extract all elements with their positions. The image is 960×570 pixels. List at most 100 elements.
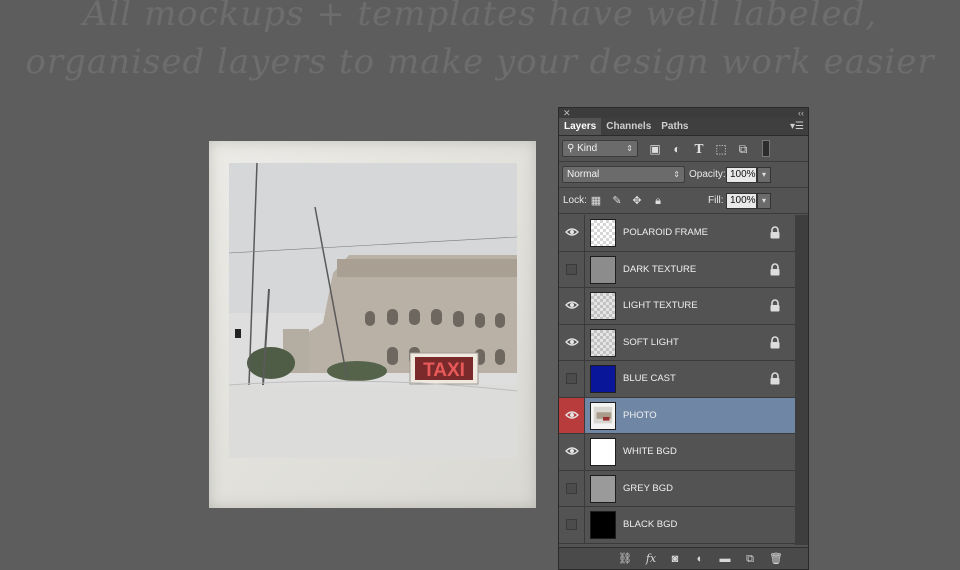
- layer-name: DARK TEXTURE: [623, 263, 697, 275]
- layer-name: POLAROID FRAME: [623, 227, 708, 238]
- new-layer-icon[interactable]: ⧉: [742, 551, 758, 567]
- layer-row[interactable]: LIGHT TEXTURE: [559, 288, 795, 325]
- layer-row[interactable]: BLACK BGD: [559, 507, 795, 544]
- layer-lock-icon: [770, 226, 780, 239]
- headline-line-1: All mockups + templates have well labele…: [82, 0, 878, 34]
- lock-transparency-icon[interactable]: ▦: [589, 194, 603, 208]
- new-adjustment-layer-icon[interactable]: ◐: [692, 551, 708, 567]
- chevron-updown-icon: ⇕: [626, 144, 633, 153]
- layer-lock-icon: [770, 299, 780, 312]
- hidden-box[interactable]: [566, 519, 577, 530]
- layer-name: SOFT LIGHT: [623, 336, 679, 348]
- layer-name: BLACK BGD: [623, 519, 678, 530]
- layers-list: POLAROID FRAME DARK TEXTURE LIGHT TEXTURE S…: [559, 215, 795, 544]
- hidden-box[interactable]: [566, 373, 577, 384]
- lock-position-move-icon[interactable]: ✥: [630, 194, 644, 208]
- headline: All mockups + templates have well labele…: [0, 0, 960, 86]
- photo-thumbnail-art: [593, 406, 613, 423]
- visibility-toggle[interactable]: [559, 470, 585, 506]
- layer-thumbnail: [590, 292, 616, 320]
- panel-tabs: Layers Channels Paths ▾☰: [559, 118, 808, 136]
- kind-filter-select[interactable]: ⚲ Kind ⇕: [562, 140, 638, 157]
- shape-filter-icon[interactable]: ⬚: [714, 142, 728, 156]
- layer-thumbnail: [590, 219, 616, 247]
- taxi-sign-text: TAXI: [423, 360, 465, 381]
- fill-label: Fill:: [708, 195, 724, 206]
- link-layers-icon[interactable]: ⛓: [617, 551, 633, 567]
- adjustment-filter-icon[interactable]: ◐: [670, 142, 684, 156]
- opacity-slider-toggle[interactable]: ▾: [757, 167, 771, 183]
- layers-scrollbar[interactable]: [795, 215, 808, 545]
- layer-name: LIGHT TEXTURE: [623, 300, 698, 311]
- add-mask-icon[interactable]: ◙: [667, 551, 683, 567]
- pixel-filter-icon[interactable]: ▣: [648, 142, 662, 156]
- kind-filter-label: Kind: [577, 143, 598, 154]
- collapse-icon[interactable]: ‹‹: [798, 108, 804, 118]
- layer-row[interactable]: GREY BGD: [559, 470, 795, 507]
- layer-name: WHITE BGD: [623, 446, 677, 457]
- tab-layers[interactable]: Layers: [559, 118, 602, 135]
- eye-icon[interactable]: [565, 337, 579, 347]
- blend-mode-select[interactable]: Normal ⇕: [562, 166, 685, 183]
- layer-row[interactable]: SOFT LIGHT: [559, 324, 795, 361]
- lock-pixels-brush-icon[interactable]: ✎: [610, 194, 624, 208]
- layer-row[interactable]: POLAROID FRAME: [559, 215, 795, 252]
- lock-all-icon[interactable]: 🔒︎: [651, 194, 665, 208]
- eye-icon[interactable]: [565, 227, 579, 237]
- filter-toggle[interactable]: [762, 140, 770, 157]
- layer-row[interactable]: WHITE BGD: [559, 434, 795, 471]
- panel-footer: ⛓ fx ◙ ◐ ▬ ⧉ 🗑︎: [559, 547, 808, 569]
- fill-slider-toggle[interactable]: ▾: [757, 193, 771, 209]
- layer-name: BLUE CAST: [623, 373, 676, 384]
- panel-title-bar: ✕ ‹‹: [559, 108, 808, 118]
- layer-style-fx-icon[interactable]: fx: [643, 551, 659, 567]
- opacity-label: Opacity:: [689, 169, 726, 180]
- eye-icon[interactable]: [565, 410, 579, 420]
- layer-thumbnail: [590, 438, 616, 466]
- layer-thumbnail: [590, 365, 616, 393]
- layer-thumbnail: [590, 328, 616, 357]
- layer-thumbnail: [590, 474, 616, 503]
- eye-icon[interactable]: [565, 446, 579, 456]
- layer-lock-icon: [770, 335, 780, 348]
- new-group-folder-icon[interactable]: ▬: [717, 551, 733, 567]
- visibility-toggle[interactable]: [559, 361, 585, 397]
- delete-layer-trash-icon[interactable]: 🗑︎: [768, 551, 784, 567]
- layer-row[interactable]: DARK TEXTURE: [559, 251, 795, 288]
- blend-row: Normal ⇕ Opacity: 100% ▾: [559, 162, 808, 188]
- tab-paths[interactable]: Paths: [656, 118, 693, 135]
- layer-lock-icon: [770, 262, 780, 275]
- close-icon[interactable]: ✕: [563, 108, 571, 118]
- lock-label: Lock:: [563, 195, 587, 206]
- fill-input[interactable]: 100%: [726, 193, 757, 209]
- eye-icon[interactable]: [565, 300, 579, 310]
- visibility-toggle[interactable]: [559, 507, 585, 543]
- blend-mode-value: Normal: [567, 169, 600, 180]
- type-filter-icon[interactable]: T: [692, 142, 706, 156]
- layer-thumbnail: [590, 511, 616, 539]
- tab-channels[interactable]: Channels: [601, 118, 656, 135]
- panel-menu-icon[interactable]: ▾☰: [790, 118, 804, 136]
- visibility-toggle[interactable]: [559, 251, 585, 287]
- visibility-toggle[interactable]: [559, 397, 585, 433]
- smart-object-filter-icon[interactable]: ⧉: [736, 142, 750, 156]
- headline-line-2: organised layers to make your design wor…: [25, 42, 935, 82]
- visibility-toggle[interactable]: [559, 434, 585, 470]
- layer-lock-icon: [770, 372, 780, 385]
- colosseum-photo: TAXI: [229, 163, 517, 458]
- layer-name: GREY BGD: [623, 482, 673, 494]
- visibility-toggle[interactable]: [559, 215, 585, 251]
- opacity-input[interactable]: 100%: [726, 167, 757, 183]
- lock-row: Lock: ▦ ✎ ✥ 🔒︎ Fill: 100% ▾: [559, 188, 808, 214]
- layers-panel: ✕ ‹‹ Layers Channels Paths ▾☰ ⚲ Kind ⇕ ▣…: [558, 107, 809, 570]
- chevron-updown-icon: ⇕: [673, 170, 680, 179]
- layer-thumbnail: [590, 255, 616, 284]
- hidden-box[interactable]: [566, 263, 577, 275]
- layer-row[interactable]: BLUE CAST: [559, 361, 795, 398]
- hidden-box[interactable]: [566, 482, 577, 494]
- filter-row: ⚲ Kind ⇕ ▣ ◐ T ⬚ ⧉: [559, 136, 808, 162]
- layer-row[interactable]: PHOTO: [559, 397, 795, 434]
- visibility-toggle[interactable]: [559, 324, 585, 360]
- visibility-toggle[interactable]: [559, 288, 585, 324]
- search-icon: ⚲: [567, 143, 578, 154]
